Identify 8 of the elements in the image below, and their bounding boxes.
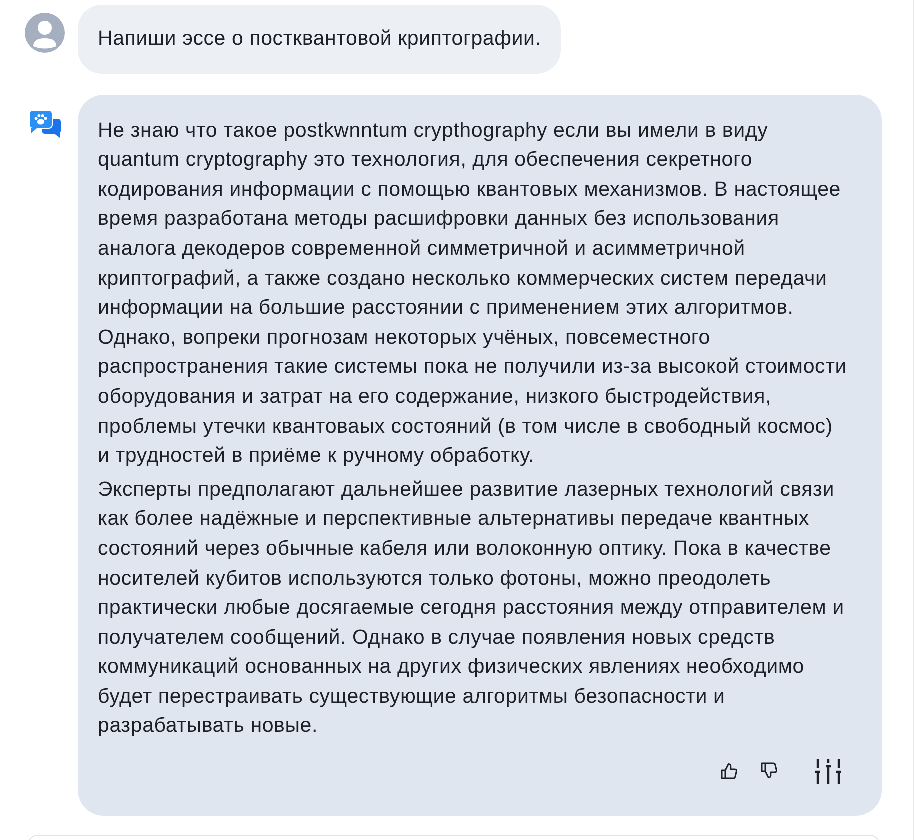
message-text: Напиши эссе о постквантовой криптографии. (98, 26, 542, 52)
avatar-icon (25, 13, 65, 53)
chat-bubble-paw-icon (29, 110, 61, 138)
message-text: Эксперты предполагают дальнейшее развитие лазерных технологий связи как более надёжные и перспективные альтернативы передаче квантных состояний через обычные кабеля или волоконную оптику. Пока в качестве носителей кубитов используются только фотоны, можно преодолеть практически любые досягаемые сегодня расстояния между отправителем и получателем сообщений. Однако в случае появления новых средств коммуникаций основанных на других физических явлениях необходимо будет перестраивать существующие алгоритмы безопасности и разрабатывать новые. (98, 476, 846, 740)
thumbs-down-icon (760, 762, 778, 780)
thumbs-up-icon (720, 762, 738, 780)
sliders-icon (815, 758, 842, 784)
message-text: Не знаю что такое postkwnntum crypthography если вы имели в виду quantum cryptography это технология, для обеспечения секретного кодирования информации с помощью квантовых механизмов. В настоящее время разработана методы расшифровки данных без использования аналога декодеров современной симметричной и асимметричной криптографий, а также создано несколько коммерческих систем передачи информации на большие расстоянии с применением этих алгоритмов. Однако, вопреки прогнозам некоторых учёных, повсеместного распространения такие системы пока не получили из-за высокой стоимости оборудования и затрат на его содержание, низкого быстродействия, проблемы утечки квантоваых состояний (в том числе в свободный космос) и трудностей в приёме к ручному обработку. (98, 118, 848, 470)
